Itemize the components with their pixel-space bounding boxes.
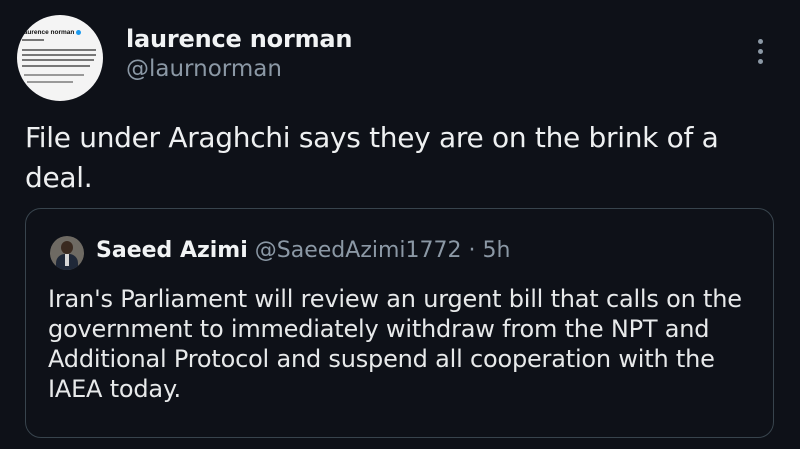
avatar-line (22, 65, 90, 67)
quoted-tweet[interactable]: Saeed Azimi @SaeedAzimi1772 · 5h Iran's … (25, 208, 774, 438)
author-name[interactable]: laurence norman (126, 25, 352, 53)
avatar-line (22, 54, 96, 56)
avatar-line (22, 39, 44, 41)
avatar-head (61, 241, 73, 254)
more-dot (758, 49, 763, 54)
quoted-timestamp[interactable]: 5h (483, 238, 511, 263)
more-dot (758, 59, 763, 64)
more-vertical-icon[interactable] (751, 36, 771, 68)
author-avatar[interactable]: laurence norman (17, 15, 103, 101)
quoted-author-avatar[interactable] (50, 236, 84, 270)
verified-badge-icon (76, 30, 81, 35)
quoted-author-name[interactable]: Saeed Azimi (96, 238, 248, 263)
avatar-line (27, 81, 73, 83)
avatar-shirt (65, 254, 69, 266)
avatar-mini-name: laurence norman (22, 29, 75, 36)
avatar-line (24, 74, 84, 76)
quoted-separator: · (468, 238, 476, 263)
avatar-line (22, 59, 94, 61)
tweet: laurence norman laurence norman @laurnor… (0, 0, 800, 449)
avatar-line (22, 49, 96, 51)
author-handle[interactable]: @laurnorman (126, 56, 282, 82)
more-dot (758, 39, 763, 44)
quoted-text: Iran's Parliament will review an urgent … (48, 285, 742, 403)
quoted-header: Saeed Azimi @SaeedAzimi1772 · 5h (96, 236, 510, 266)
quoted-author-handle[interactable]: @SaeedAzimi1772 (255, 238, 462, 263)
tweet-text: File under Araghchi says they are on the… (25, 121, 719, 194)
